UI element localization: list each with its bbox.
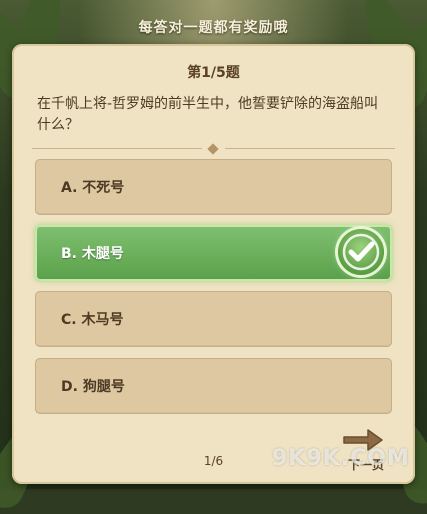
option-b[interactable]: B. 木腿号 (35, 225, 392, 281)
option-label: D. 狗腿号 (61, 379, 125, 395)
option-d[interactable]: D. 狗腿号 (35, 358, 392, 414)
question-counter: 第1/5题 (187, 65, 240, 81)
quiz-card: 第1/5题 在千帆上将-哲罗姆的前半生中，他誓要铲除的海盗船叫什么？ A. 不死… (12, 44, 415, 484)
reward-banner: 每答对一题都有奖励哦 (138, 20, 289, 36)
option-c[interactable]: C. 木马号 (35, 291, 392, 347)
option-label: A. 不死号 (61, 180, 125, 196)
option-label: B. 木腿号 (61, 246, 124, 262)
checkmark-icon (338, 229, 384, 275)
divider (32, 143, 395, 155)
question-text: 在千帆上将-哲罗姆的前半生中，他誓要铲除的海盗船叫什么？ (37, 96, 379, 133)
option-label: C. 木马号 (61, 312, 124, 328)
watermark: 9K9K.COM (272, 446, 410, 471)
diamond-ornament-icon (207, 143, 219, 155)
option-a[interactable]: A. 不死号 (35, 159, 392, 215)
